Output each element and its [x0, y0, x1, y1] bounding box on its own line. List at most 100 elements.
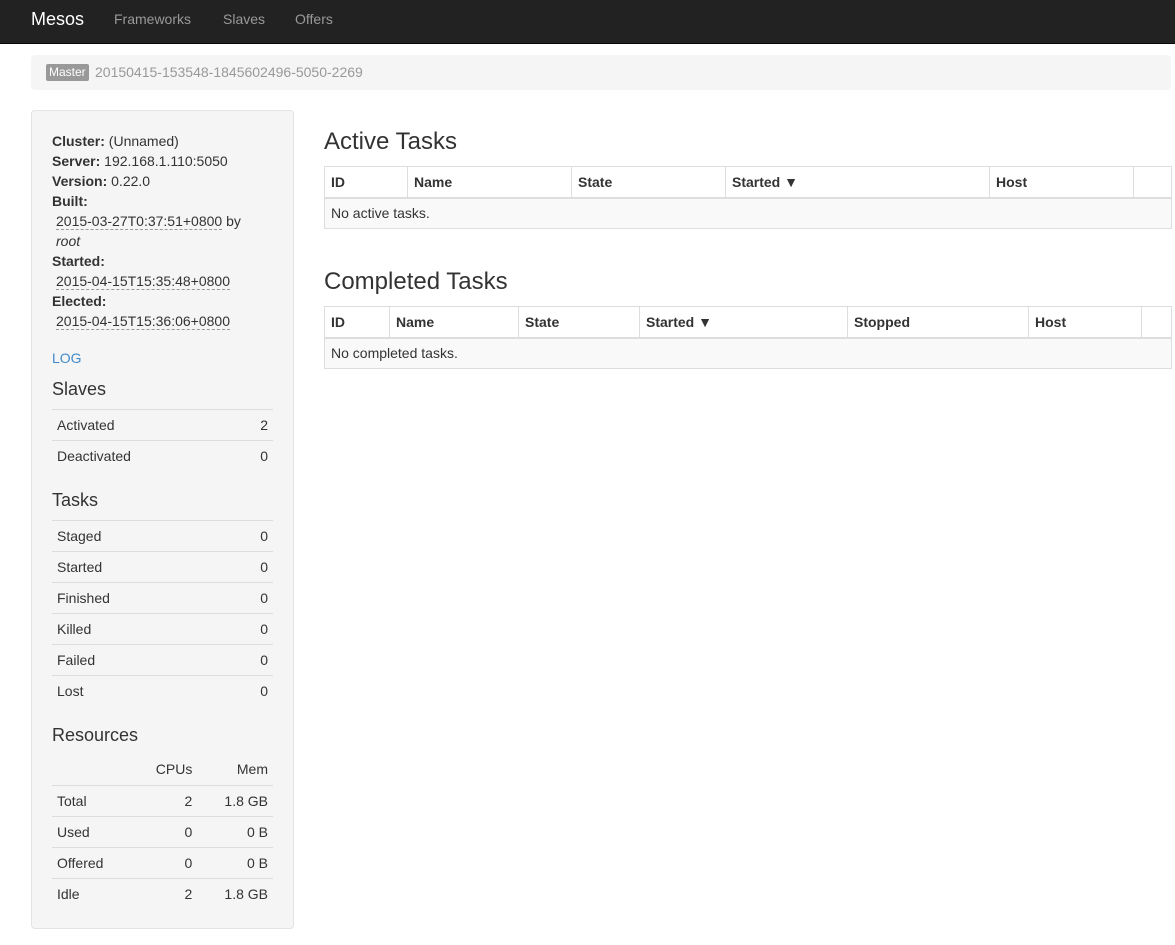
- resources-row-total: Total 2 1.8 GB: [52, 784, 273, 816]
- elected-label: Elected:: [52, 293, 107, 309]
- server-label: Server:: [52, 153, 101, 169]
- active-col-state[interactable]: State: [571, 166, 726, 199]
- active-col-id[interactable]: ID: [324, 166, 408, 199]
- started-label-row: Started:: [52, 251, 105, 271]
- log-link[interactable]: LOG: [52, 350, 82, 366]
- resource-cpus: 2: [131, 784, 198, 816]
- stat-label: Started: [52, 551, 225, 583]
- resource-cpus: 0: [131, 815, 198, 847]
- stat-label: Lost: [52, 675, 225, 707]
- slaves-heading: Slaves: [52, 379, 107, 399]
- version-value: 0.22.0: [111, 173, 151, 189]
- slaves-table: Activated 2 Deactivated 0: [52, 409, 273, 472]
- stat-label: Failed: [52, 644, 225, 676]
- completed-col-id[interactable]: ID: [324, 306, 390, 339]
- completed-tasks-table: ID Name State Started ▼ Stopped Host No …: [324, 306, 1172, 369]
- active-col-name[interactable]: Name: [407, 166, 572, 199]
- stat-label: Killed: [52, 613, 225, 645]
- resource-label: Used: [52, 815, 132, 847]
- completed-col-state[interactable]: State: [518, 306, 640, 339]
- completed-col-stopped[interactable]: Stopped: [847, 306, 1029, 339]
- tasks-row-killed: Killed 0: [52, 613, 273, 645]
- resources-table: CPUs Mem Total 2 1.8 GB Used 0 0 B Offer…: [52, 753, 273, 909]
- resources-row-offered: Offered 0 0 B: [52, 846, 273, 878]
- master-id: 20150415-153548-1845602496-5050-2269: [95, 64, 363, 80]
- completed-tasks-header-row: ID Name State Started ▼ Stopped Host: [324, 306, 1172, 339]
- elected-row: 2015-04-15T15:36:06+0800: [56, 311, 230, 331]
- built-user-row: root: [56, 231, 80, 251]
- resources-header-cpus: CPUs: [155, 760, 193, 777]
- stat-value: 0: [224, 675, 273, 707]
- resource-mem: 1.8 GB: [197, 784, 273, 816]
- cluster-value: (Unnamed): [108, 133, 179, 149]
- active-col-started[interactable]: Started ▼: [725, 166, 990, 199]
- active-tasks-header-row: ID Name State Started ▼ Host: [324, 166, 1172, 199]
- resource-cpus: 0: [131, 846, 198, 878]
- resources-row-used: Used 0 0 B: [52, 815, 273, 847]
- stat-value: 0: [224, 582, 273, 614]
- resources-heading: Resources: [52, 725, 139, 745]
- slaves-row-deactivated: Deactivated 0: [52, 440, 273, 472]
- server-info: Server: 192.168.1.110:5050: [52, 151, 228, 171]
- tasks-row-lost: Lost 0: [52, 675, 273, 707]
- elected-label-row: Elected:: [52, 291, 106, 311]
- built-row: 2015-03-27T0:37:51+0800 by: [56, 211, 241, 231]
- version-label: Version:: [52, 173, 108, 189]
- server-value: 192.168.1.110:5050: [104, 153, 228, 169]
- nav-frameworks[interactable]: Frameworks: [114, 0, 191, 38]
- master-badge: Master: [46, 64, 89, 81]
- built-value: 2015-03-27T0:37:51+0800: [56, 213, 223, 230]
- resource-mem: 1.8 GB: [197, 877, 273, 909]
- built-user: root: [56, 233, 81, 249]
- started-row: 2015-04-15T15:35:48+0800: [56, 271, 230, 291]
- nav-offers[interactable]: Offers: [295, 0, 333, 38]
- top-navbar: Mesos Frameworks Slaves Offers: [0, 0, 1175, 44]
- started-label: Started:: [52, 253, 105, 269]
- active-tasks-empty-message: No active tasks.: [324, 197, 1172, 229]
- tasks-row-finished: Finished 0: [52, 582, 273, 614]
- completed-tasks-heading: Completed Tasks: [324, 268, 508, 295]
- active-col-host[interactable]: Host: [989, 166, 1134, 199]
- tasks-table: Staged 0 Started 0 Finished 0 Killed 0 F…: [52, 520, 273, 707]
- stat-value: 0: [224, 613, 273, 645]
- completed-col-blank: [1141, 306, 1172, 339]
- elected-value: 2015-04-15T15:36:06+0800: [56, 313, 230, 330]
- active-tasks-table: ID Name State Started ▼ Host No active t…: [324, 166, 1172, 229]
- resource-mem: 0 B: [197, 846, 273, 878]
- resource-label: Offered: [52, 846, 132, 878]
- active-col-blank: [1133, 166, 1172, 199]
- active-tasks-empty-row: No active tasks.: [324, 197, 1172, 229]
- tasks-row-started: Started 0: [52, 551, 273, 583]
- completed-col-host[interactable]: Host: [1028, 306, 1142, 339]
- resource-label: Total: [52, 784, 132, 816]
- stat-label: Staged: [52, 520, 225, 552]
- built-label-row: Built:: [52, 191, 88, 211]
- started-value: 2015-04-15T15:35:48+0800: [56, 273, 230, 290]
- tasks-row-staged: Staged 0: [52, 520, 273, 552]
- version-info: Version: 0.22.0: [52, 171, 150, 191]
- completed-tasks-empty-message: No completed tasks.: [324, 337, 1172, 369]
- tasks-row-failed: Failed 0: [52, 644, 273, 676]
- stat-value: 0: [234, 440, 273, 472]
- resource-label: Idle: [52, 877, 132, 909]
- brand-link[interactable]: Mesos: [31, 0, 84, 38]
- resource-cpus: 2: [131, 877, 198, 909]
- resources-header-row: CPUs Mem: [52, 753, 273, 785]
- built-by: by: [226, 213, 241, 229]
- completed-col-name[interactable]: Name: [389, 306, 519, 339]
- resources-header-blank: [52, 753, 132, 785]
- completed-col-started[interactable]: Started ▼: [639, 306, 848, 339]
- nav-slaves[interactable]: Slaves: [223, 0, 265, 38]
- stat-label: Finished: [52, 582, 225, 614]
- stat-value: 0: [224, 520, 273, 552]
- stat-label: Activated: [52, 409, 235, 441]
- sidebar: Cluster: (Unnamed) Server: 192.168.1.110…: [31, 110, 294, 929]
- slaves-row-activated: Activated 2: [52, 409, 273, 441]
- tasks-heading: Tasks: [52, 490, 99, 510]
- stat-value: 0: [224, 644, 273, 676]
- completed-tasks-empty-row: No completed tasks.: [324, 337, 1172, 369]
- stat-value: 2: [234, 409, 273, 441]
- breadcrumb: Master 20150415-153548-1845602496-5050-2…: [31, 55, 1171, 90]
- cluster-info: Cluster: (Unnamed): [52, 131, 179, 151]
- stat-value: 0: [224, 551, 273, 583]
